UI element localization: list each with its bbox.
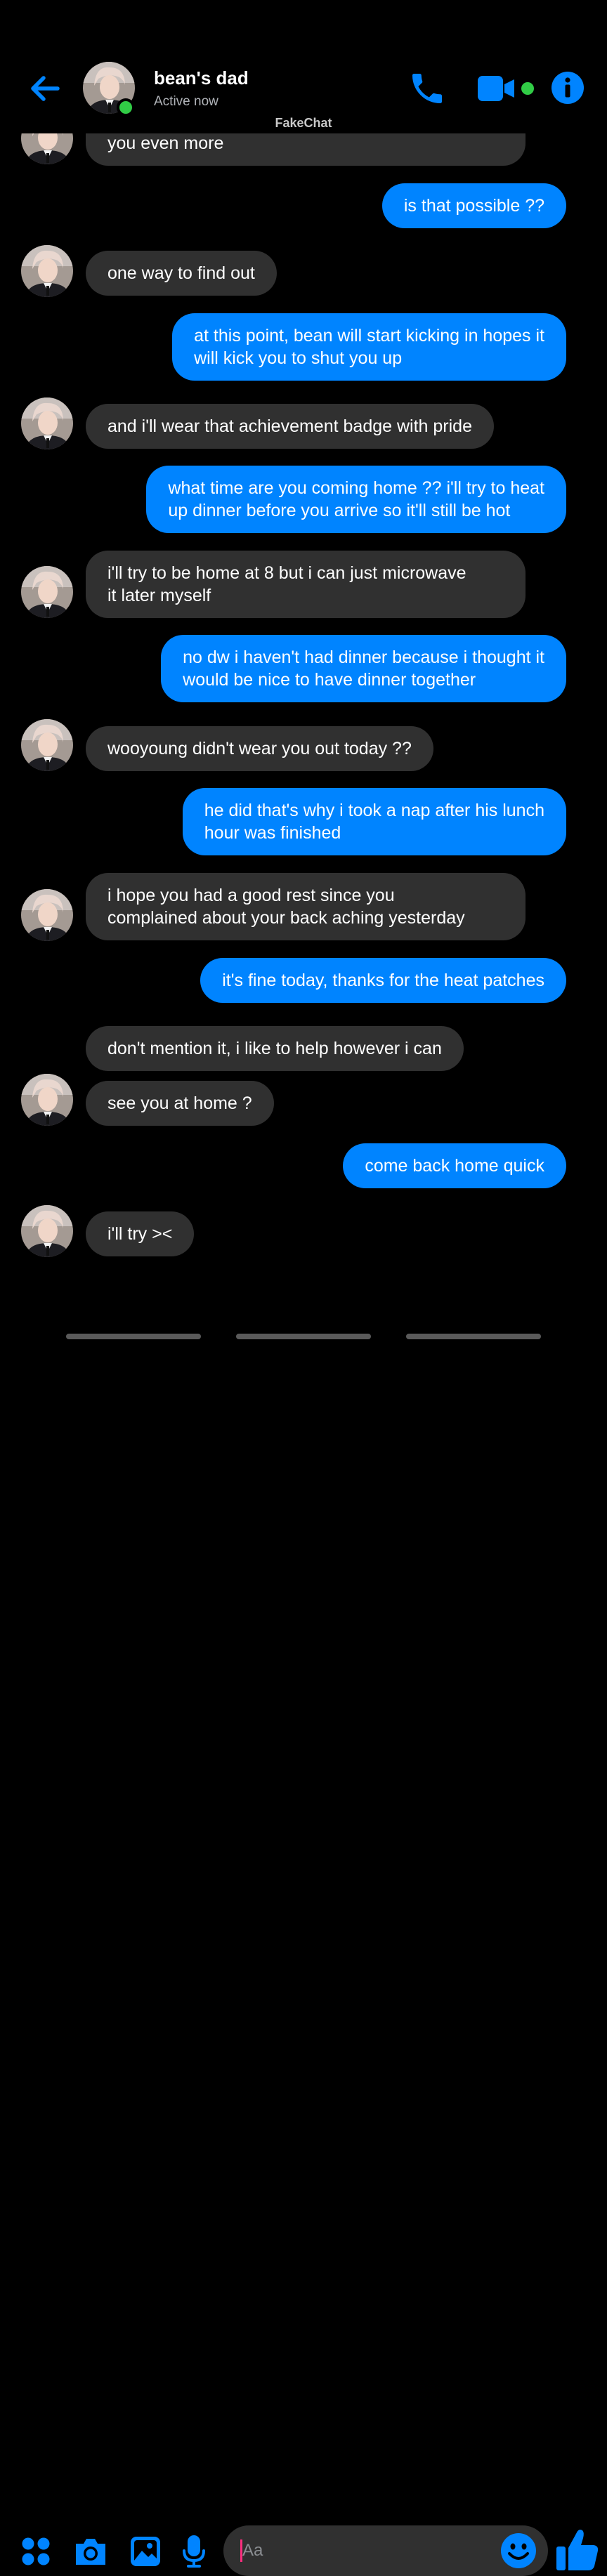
contact-name[interactable]: bean's dad (154, 67, 249, 89)
app-watermark: FakeChat (275, 116, 332, 130)
message-composer: Aa (0, 1257, 607, 2576)
contact-avatar-small (21, 245, 73, 297)
video-camera-icon[interactable] (476, 73, 516, 104)
outgoing-message[interactable]: what time are you coming home ?? i'll tr… (146, 466, 566, 533)
outgoing-message[interactable]: he did that's why i took a nap after his… (182, 788, 566, 855)
contact-avatar-small (21, 397, 73, 449)
image-icon[interactable] (129, 2535, 162, 2568)
nav-handle-center[interactable] (236, 1334, 371, 1339)
incoming-message[interactable]: see you at home ? (86, 1081, 274, 1126)
contact-avatar-small (21, 1205, 73, 1257)
outgoing-message[interactable]: it's fine today, thanks for the heat pat… (200, 958, 566, 1003)
message-input-placeholder: Aa (242, 2541, 263, 2560)
camera-icon[interactable] (73, 2535, 108, 2568)
active-status: Active now (154, 94, 218, 109)
incoming-message[interactable]: i hope you had a good rest since you com… (86, 873, 526, 940)
incoming-message[interactable]: i'll try >< (86, 1211, 195, 1256)
outgoing-message[interactable]: is that possible ?? (381, 183, 566, 228)
incoming-message[interactable]: and i'll wear that achievement badge wit… (86, 404, 494, 449)
incoming-message[interactable]: one way to find out (86, 251, 277, 296)
nav-handle-left[interactable] (66, 1334, 201, 1339)
incoming-message[interactable]: wooyoung didn't wear you out today ?? (86, 726, 433, 771)
incoming-message[interactable]: don't mention it, i like to help however… (86, 1026, 464, 1071)
contact-avatar-small (21, 566, 73, 618)
menu-dots-icon[interactable] (21, 2537, 51, 2566)
microphone-icon[interactable] (181, 2534, 207, 2569)
emoji-icon[interactable] (500, 2532, 537, 2569)
thumbs-up-icon[interactable] (555, 2527, 600, 2573)
outgoing-message[interactable]: come back home quick (343, 1143, 566, 1188)
video-active-dot (521, 82, 534, 95)
nav-handle-right[interactable] (406, 1334, 541, 1339)
back-arrow-icon[interactable] (27, 70, 63, 107)
contact-avatar-small (21, 719, 73, 771)
phone-icon[interactable] (407, 69, 447, 108)
outgoing-message[interactable]: no dw i haven't had dinner because i tho… (161, 635, 566, 702)
info-icon[interactable] (551, 71, 585, 105)
contact-avatar-small (21, 889, 73, 941)
online-indicator (117, 98, 135, 117)
chat-header: bean's dad Active now FakeChat (0, 0, 607, 133)
incoming-message[interactable]: i'll try to be home at 8 but i can just … (86, 551, 526, 618)
message-input[interactable] (223, 2525, 548, 2576)
contact-avatar-small (21, 1074, 73, 1126)
outgoing-message[interactable]: at this point, bean will start kicking i… (172, 313, 566, 381)
